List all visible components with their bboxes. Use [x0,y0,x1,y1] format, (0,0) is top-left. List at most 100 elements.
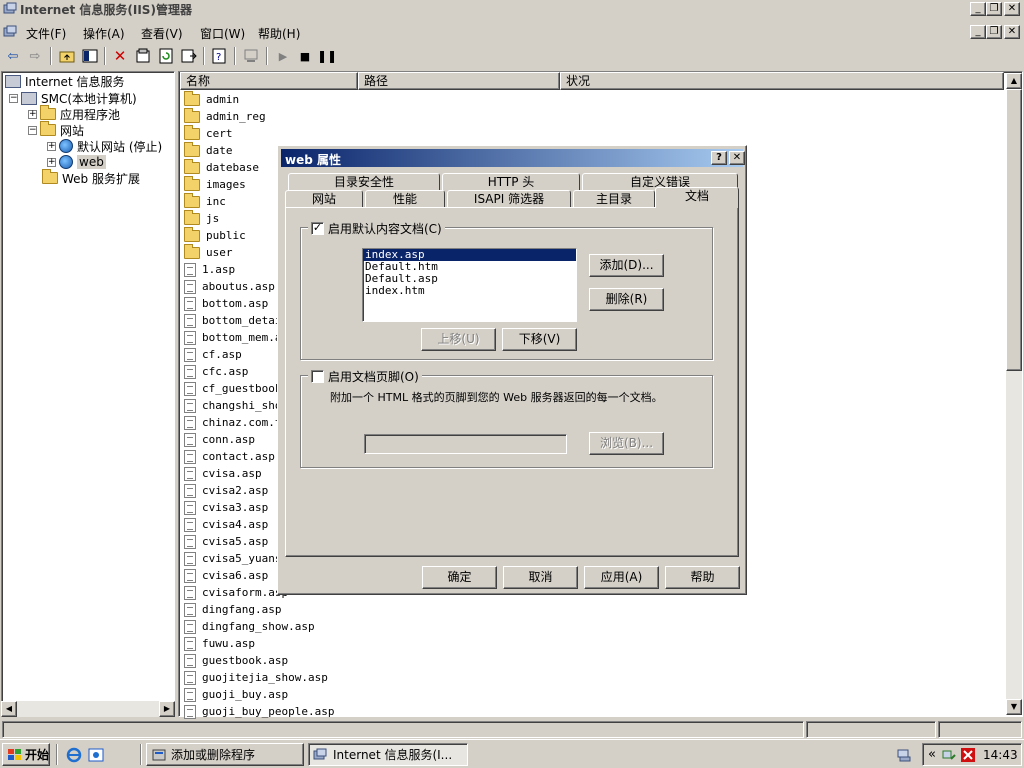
dialog-help-icon[interactable]: ? [711,151,727,165]
cancel-button[interactable]: 取消 [503,566,578,589]
list-item[interactable]: cvisa6.asp [182,567,268,584]
browse-button[interactable]: 浏览(B)... [589,432,664,455]
list-item[interactable]: cvisaform.asp [182,584,288,601]
tab-isapi-filters[interactable]: ISAPI 筛选器 [447,190,571,208]
show-tree-icon[interactable] [81,47,99,65]
scroll-thumb[interactable] [1006,89,1022,371]
network-tray-icon[interactable] [897,747,913,766]
child-restore-icon[interactable]: ❐ [986,25,1002,39]
list-item[interactable]: chinaz.com.tx [182,414,288,431]
tree-horizontal-scrollbar[interactable]: ◀ ▶ [1,701,175,717]
menu-help[interactable]: 帮助(H) [258,25,300,42]
export-list-icon[interactable] [180,47,198,65]
play-icon[interactable]: ▶ [274,47,292,65]
tab-directory-security[interactable]: 目录安全性 [288,173,440,191]
checkbox-unchecked-icon[interactable] [311,370,324,383]
list-item[interactable]: guojitejia_show.asp [182,669,328,686]
move-up-button[interactable]: 上移(U) [421,328,496,351]
default-docs-listbox[interactable]: index.asp Default.htm Default.asp index.… [362,248,577,322]
window-title-bar[interactable]: Internet 信息服务(IIS)管理器 _ ❐ ✕ [0,0,1024,18]
list-item[interactable]: cvisa5_yuansh [182,550,288,567]
enable-footer-checkbox[interactable]: 启用文档页脚(O) [308,368,422,385]
list-item[interactable]: cf_guestbook. [182,380,288,397]
refresh-icon[interactable] [157,47,175,65]
scroll-right-icon[interactable]: ▶ [159,701,175,717]
menu-window[interactable]: 窗口(W) [200,25,245,42]
ok-button[interactable]: 确定 [422,566,497,589]
network-status-icon[interactable] [941,747,957,766]
list-item[interactable]: public [182,226,246,244]
collapse-icon[interactable]: − [28,125,37,135]
ie-icon[interactable] [66,747,82,766]
enable-default-doc-checkbox[interactable]: ✓ 启用默认内容文档(C) [308,220,445,237]
footer-path-input[interactable] [364,434,567,454]
list-item[interactable]: admin_reg [182,107,266,125]
help-button[interactable]: 帮助 [665,566,740,589]
column-header-status[interactable]: 状况 [560,72,1004,90]
list-item[interactable]: cvisa5.asp [182,533,268,550]
show-desktop-icon[interactable] [88,747,104,766]
list-item[interactable]: bottom_mem.as [182,329,288,346]
tree-item-websites[interactable]: − 网站 [28,121,84,138]
scroll-left-icon[interactable]: ◀ [1,701,17,717]
checkbox-checked-icon[interactable]: ✓ [311,222,324,235]
tab-home-directory[interactable]: 主目录 [573,190,655,208]
expand-icon[interactable]: + [28,109,37,119]
minimize-icon[interactable]: _ [970,2,986,16]
back-arrow-icon[interactable]: ⇦ [4,47,22,65]
stop-icon[interactable]: ■ [296,47,314,65]
vertical-scrollbar[interactable]: ▲ ▼ [1006,73,1022,715]
list-item[interactable]: cvisa4.asp [182,516,268,533]
properties-icon[interactable] [134,47,152,65]
close-icon[interactable]: ✕ [1004,2,1020,16]
tree-item-computer[interactable]: − SMC(本地计算机) [9,90,137,106]
list-item[interactable]: cvisa2.asp [182,482,268,499]
child-close-icon[interactable]: ✕ [1004,25,1020,39]
list-item[interactable]: inc [182,192,226,210]
list-item[interactable]: datebase [182,158,259,176]
security-alert-icon[interactable] [960,747,976,766]
restore-icon[interactable]: ❐ [986,2,1002,16]
tab-http-headers[interactable]: HTTP 头 [442,173,580,191]
web-properties-dialog[interactable]: web 属性 ? ✕ 目录安全性 HTTP 头 自定义错误 网站 性能 ISAP… [277,145,747,595]
list-item[interactable]: guoji_buy_people.asp [182,703,334,720]
delete-icon[interactable]: ✕ [111,47,129,65]
tab-performance[interactable]: 性能 [365,190,445,208]
expand-icon[interactable]: + [47,141,56,151]
dialog-close-icon[interactable]: ✕ [729,151,745,165]
list-item[interactable]: user [182,243,233,261]
column-header-name[interactable]: 名称 [180,72,358,90]
list-item[interactable]: bottom.asp [182,295,268,312]
move-down-button[interactable]: 下移(V) [502,328,577,351]
help-icon[interactable]: ? [211,47,229,65]
menu-file[interactable]: 文件(F) [26,25,66,42]
menu-view[interactable]: 查看(V) [141,25,183,42]
list-item[interactable]: aboutus.asp [182,278,275,295]
scroll-down-icon[interactable]: ▼ [1006,699,1022,715]
list-item[interactable]: cfc.asp [182,363,248,380]
tree-item-default-site[interactable]: + 默认网站 (停止) [47,138,162,154]
list-item[interactable]: changshi_show [182,397,288,414]
forward-arrow-icon[interactable]: ⇨ [26,47,44,65]
list-item[interactable]: bottom_detail [182,312,288,329]
column-header-path[interactable]: 路径 [358,72,560,90]
list-item[interactable]: dingfang_show.asp [182,618,315,635]
list-item[interactable]: 1.asp [182,261,235,278]
list-item[interactable]: cvisa3.asp [182,499,268,516]
tree-item-web-ext[interactable]: Web 服务扩展 [42,169,140,186]
tree-item-web[interactable]: + web [47,154,106,170]
start-button[interactable]: 开始 [2,743,50,766]
tree-pane[interactable]: Internet 信息服务 − SMC(本地计算机) + 应用程序池 − 网站 … [1,71,175,717]
tree-item-root[interactable]: Internet 信息服务 [5,73,124,89]
scroll-up-icon[interactable]: ▲ [1006,73,1022,89]
apply-button[interactable]: 应用(A) [584,566,659,589]
list-item[interactable]: js [182,209,219,227]
add-button[interactable]: 添加(D)... [589,254,664,277]
list-item[interactable]: cert [182,124,233,142]
list-item[interactable]: date [182,141,233,159]
list-item[interactable]: conn.asp [182,431,255,448]
menu-action[interactable]: 操作(A) [83,25,125,42]
dialog-title-bar[interactable]: web 属性 ? ✕ [281,149,745,167]
list-item[interactable]: fuwu.asp [182,635,255,652]
list-item[interactable]: guoji_buy.asp [182,686,288,703]
